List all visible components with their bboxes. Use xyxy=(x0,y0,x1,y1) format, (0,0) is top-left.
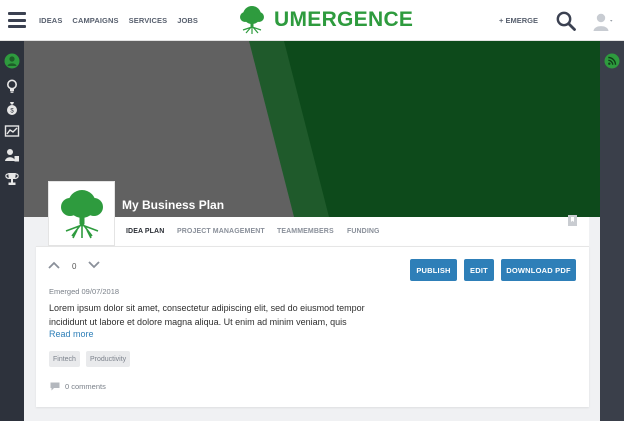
logo-text: UMERGENCE xyxy=(274,8,414,31)
comment-icon xyxy=(50,382,60,391)
tab-teammembers[interactable]: TEAMMEMBERS xyxy=(277,228,334,235)
comments-link[interactable]: 0 comments xyxy=(50,382,106,391)
download-pdf-button[interactable]: DOWNLOAD PDF xyxy=(501,259,576,281)
idea-title: My Business Plan xyxy=(122,198,225,212)
tab-project-management[interactable]: PROJECT MANAGEMENT xyxy=(177,228,265,235)
idea-description: Lorem ipsum dolor sit amet, consectetur … xyxy=(49,303,365,327)
nav-campaigns[interactable]: CAMPAIGNS xyxy=(72,16,118,25)
user-circle-icon[interactable] xyxy=(4,53,20,69)
left-sidebar: $ xyxy=(0,41,24,421)
idea-tabs: IDEA PLAN PROJECT MANAGEMENT TEAMMEMBERS… xyxy=(115,217,589,246)
tag-fintech[interactable]: Fintech xyxy=(49,351,80,367)
top-bar: IDEAS CAMPAIGNS SERVICES JOBS UMERGENCE … xyxy=(0,0,624,41)
comments-count: 0 comments xyxy=(65,382,106,391)
logo[interactable]: UMERGENCE xyxy=(236,4,413,36)
tag-productivity[interactable]: Productivity xyxy=(86,351,131,367)
edit-button[interactable]: EDIT xyxy=(464,259,494,281)
downvote-icon[interactable] xyxy=(88,260,100,270)
tree-logo-icon xyxy=(61,190,103,239)
upvote-icon[interactable] xyxy=(48,260,60,270)
tab-funding[interactable]: FUNDING xyxy=(347,228,380,235)
user-avatar-icon[interactable] xyxy=(593,12,613,32)
idea-logo-box xyxy=(48,181,115,246)
publish-button[interactable]: PUBLISH xyxy=(410,259,457,281)
search-icon[interactable] xyxy=(556,11,576,31)
tree-logo-icon xyxy=(240,6,264,34)
main-nav: IDEAS CAMPAIGNS SERVICES JOBS xyxy=(39,16,198,25)
tab-idea-plan[interactable]: IDEA PLAN xyxy=(126,228,164,235)
rss-icon[interactable] xyxy=(604,53,620,69)
chart-icon[interactable] xyxy=(4,123,20,139)
trophy-icon[interactable] xyxy=(4,171,20,187)
bookmark-icon[interactable] xyxy=(568,215,577,226)
money-bag-icon[interactable]: $ xyxy=(4,100,20,116)
read-more-link[interactable]: Read more xyxy=(49,329,94,339)
nav-services[interactable]: SERVICES xyxy=(129,16,168,25)
right-rail xyxy=(600,41,624,421)
vote-count: 0 xyxy=(72,262,77,271)
nav-ideas[interactable]: IDEAS xyxy=(39,16,62,25)
user-admin-icon[interactable] xyxy=(4,147,20,163)
lightbulb-icon[interactable] xyxy=(4,78,20,94)
emerge-button[interactable]: + EMERGE xyxy=(499,16,538,25)
menu-icon[interactable] xyxy=(8,12,26,28)
emerged-date: Emerged 09/07/2018 xyxy=(49,287,120,296)
nav-jobs[interactable]: JOBS xyxy=(177,16,198,25)
